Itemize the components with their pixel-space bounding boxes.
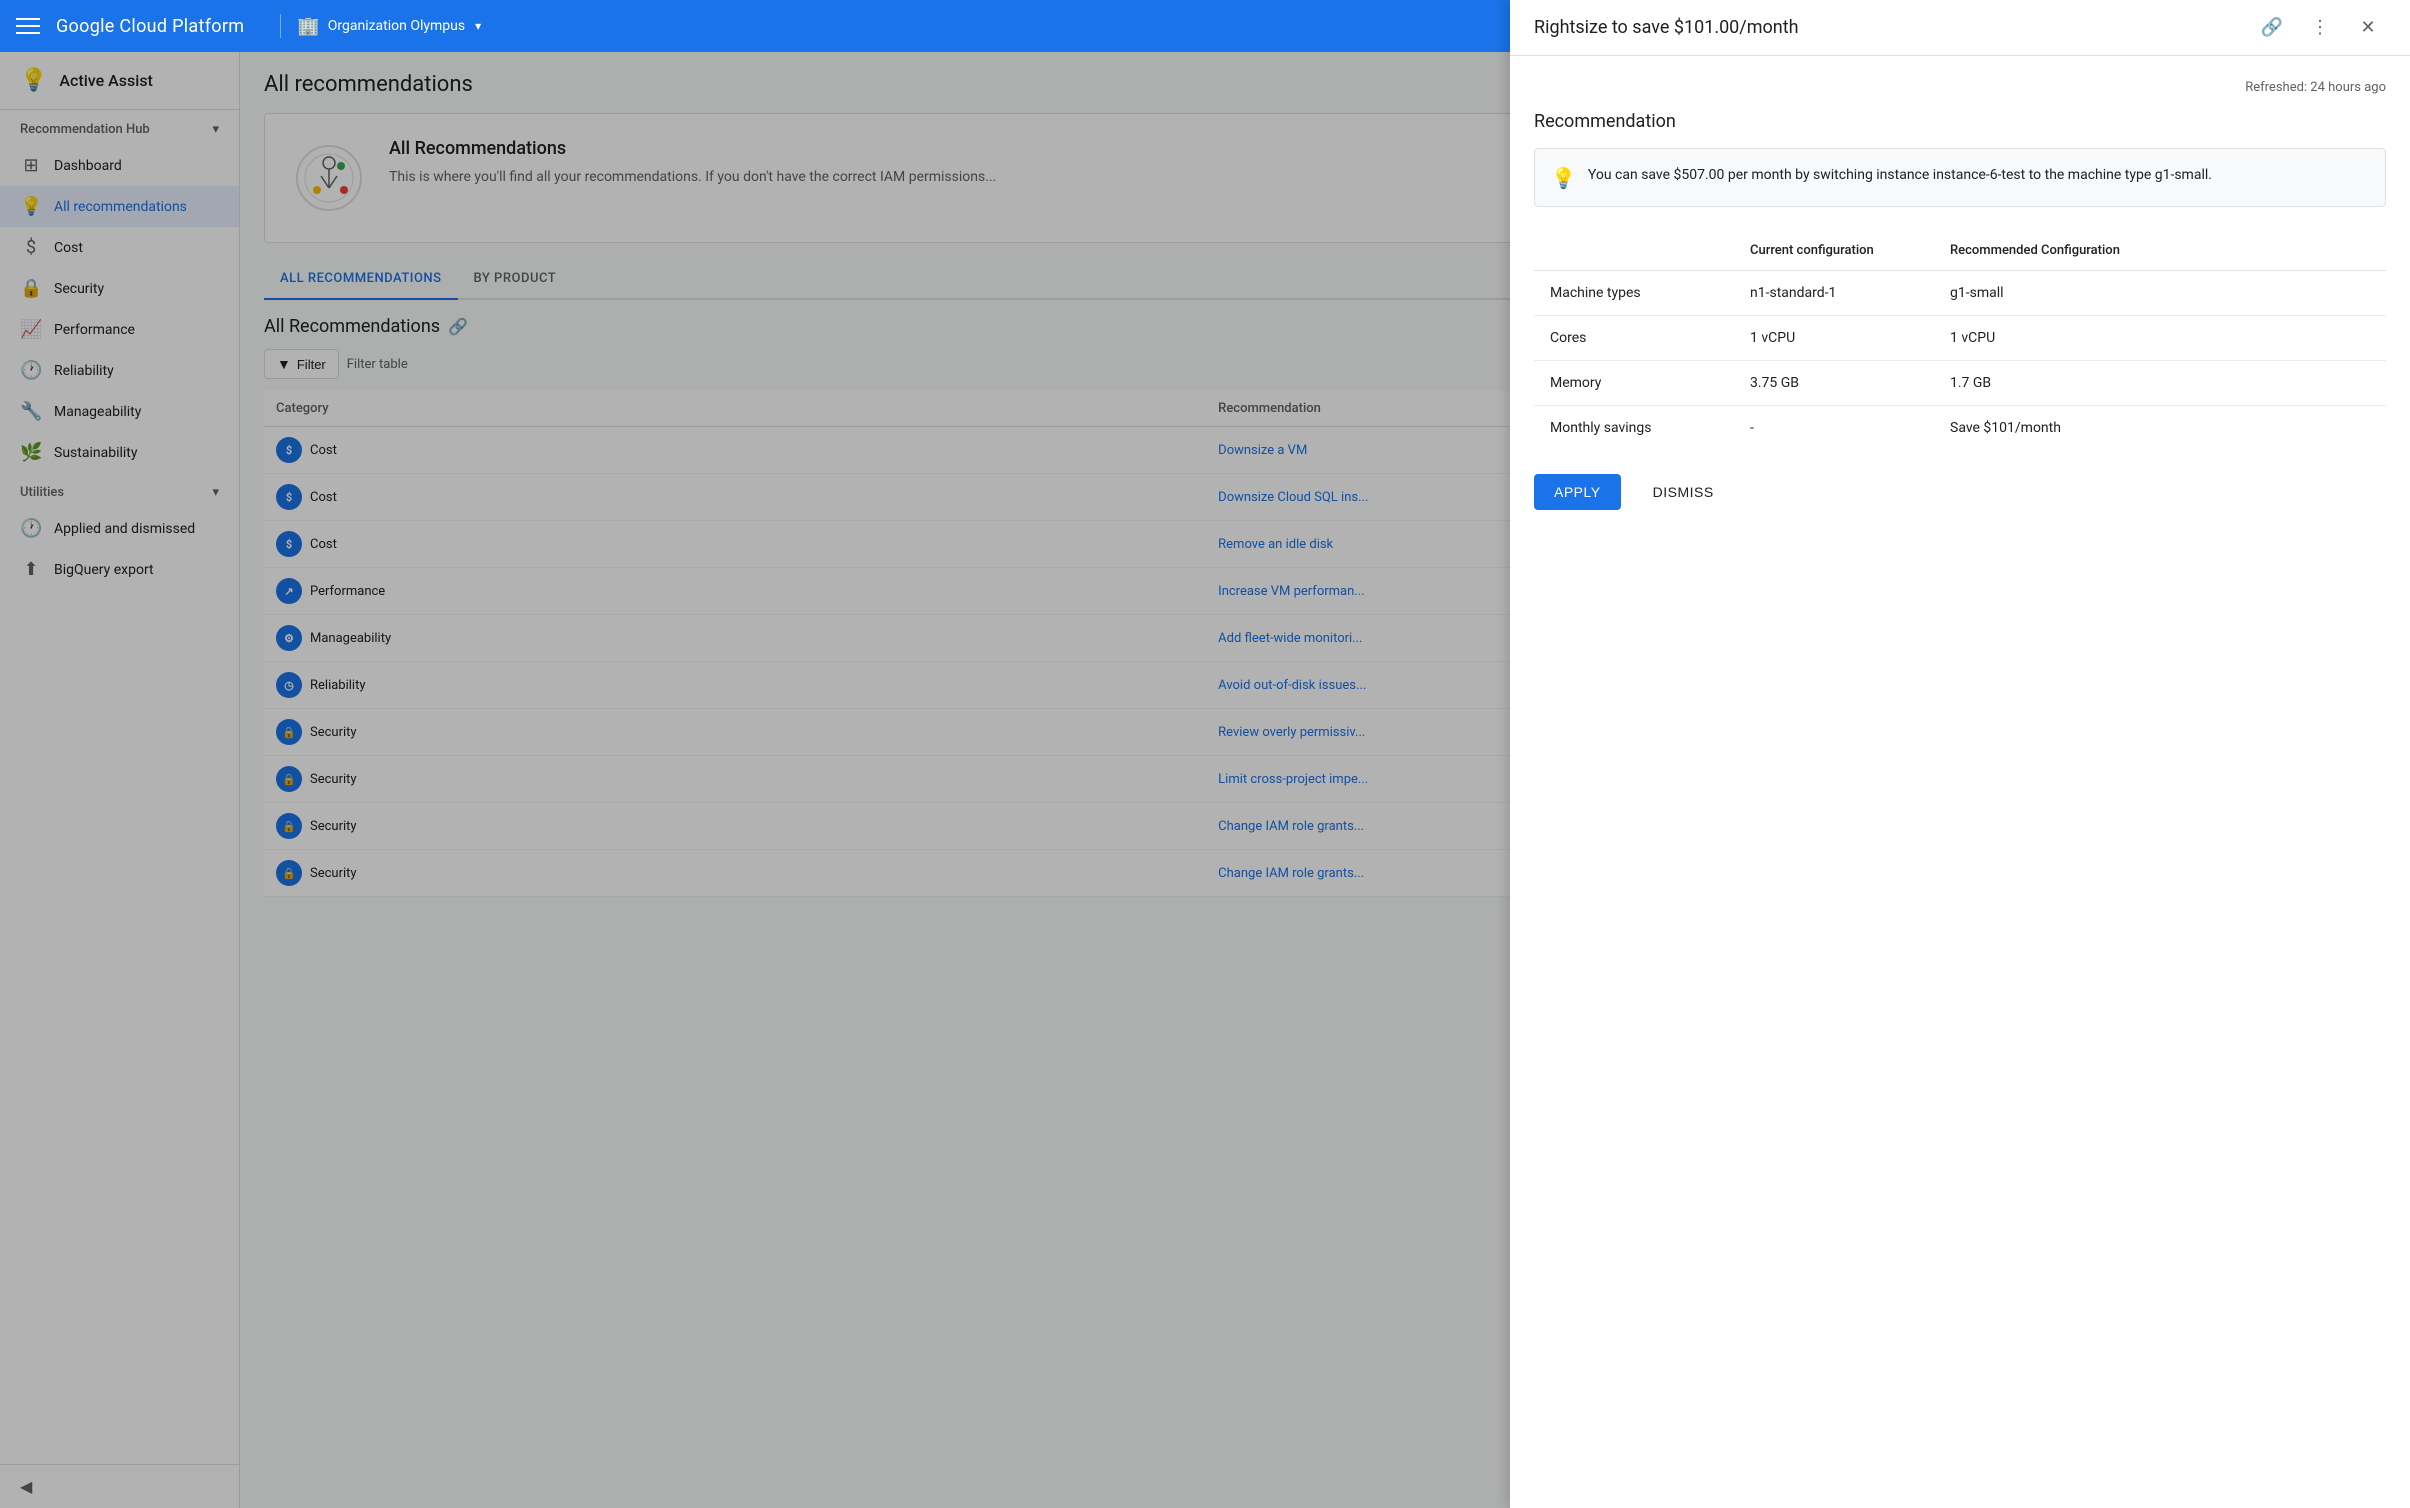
topbar-divider [280,14,281,38]
config-recommended: g1-small [1934,271,2386,316]
detail-section-title: Recommendation [1534,111,2386,132]
col-recommended-config: Recommended Configuration [1934,231,2386,271]
info-box-text: You can save $507.00 per month by switch… [1588,165,2212,186]
detail-body: Refreshed: 24 hours ago Recommendation 💡… [1510,56,2410,1508]
config-label: Memory [1534,361,1734,406]
org-selector[interactable]: 🏢 Organization Olympus ▾ [297,16,481,37]
info-box: 💡 You can save $507.00 per month by swit… [1534,148,2386,207]
config-row: Monthly savings - Save $101/month [1534,406,2386,451]
config-label: Machine types [1534,271,1734,316]
col-current-config: Current configuration [1734,231,1934,271]
config-row: Machine types n1-standard-1 g1-small [1534,271,2386,316]
config-table: Current configuration Recommended Config… [1534,231,2386,450]
close-icon: ✕ [2360,17,2375,38]
refreshed-label: Refreshed: 24 hours ago [1534,80,2386,95]
more-icon: ⋮ [2311,17,2329,38]
info-bulb-icon: 💡 [1551,166,1576,190]
app-title: Google Cloud Platform [56,16,244,37]
config-recommended: Save $101/month [1934,406,2386,451]
detail-link-button[interactable]: 🔗 [2254,10,2290,46]
link-icon: 🔗 [2261,17,2283,38]
detail-header-actions: 🔗 ⋮ ✕ [2254,10,2386,46]
detail-panel: Rightsize to save $101.00/month 🔗 ⋮ ✕ Re… [1510,0,2410,1508]
chevron-down-icon: ▾ [475,19,481,33]
org-icon: 🏢 [297,16,319,37]
action-buttons: APPLY DISMISS [1534,474,2386,510]
detail-more-button[interactable]: ⋮ [2302,10,2338,46]
config-recommended: 1 vCPU [1934,316,2386,361]
detail-title: Rightsize to save $101.00/month [1534,17,1799,38]
config-row: Cores 1 vCPU 1 vCPU [1534,316,2386,361]
config-current: 1 vCPU [1734,316,1934,361]
config-label: Cores [1534,316,1734,361]
detail-header: Rightsize to save $101.00/month 🔗 ⋮ ✕ [1510,0,2410,56]
apply-button[interactable]: APPLY [1534,474,1621,510]
config-current: - [1734,406,1934,451]
org-name: Organization Olympus [328,18,465,34]
col-empty [1534,231,1734,271]
dismiss-button[interactable]: DISMISS [1633,474,1734,510]
menu-icon[interactable] [16,14,40,38]
config-recommended: 1.7 GB [1934,361,2386,406]
config-current: 3.75 GB [1734,361,1934,406]
detail-close-button[interactable]: ✕ [2350,10,2386,46]
config-label: Monthly savings [1534,406,1734,451]
config-current: n1-standard-1 [1734,271,1934,316]
config-row: Memory 3.75 GB 1.7 GB [1534,361,2386,406]
